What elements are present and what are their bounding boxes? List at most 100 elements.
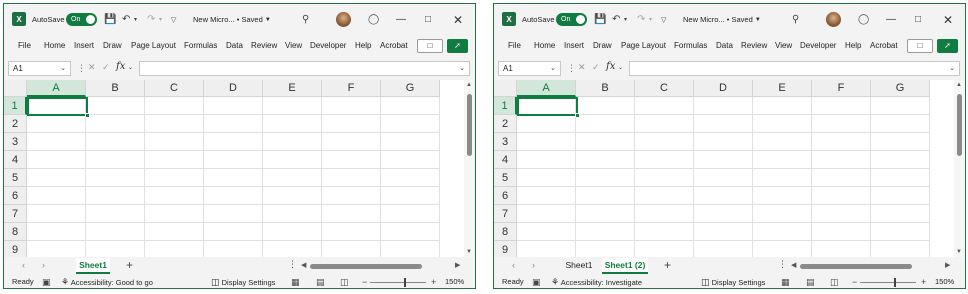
zoom-slider-thumb[interactable]: [894, 278, 896, 287]
row-header-1[interactable]: 1: [4, 97, 27, 115]
page-break-preview-icon[interactable]: ◫: [830, 274, 839, 288]
autosave-toggle[interactable]: On: [556, 13, 587, 26]
add-sheet-icon[interactable]: +: [126, 258, 133, 272]
vertical-scrollbar[interactable]: ▲ ▼: [954, 80, 965, 257]
column-header-c[interactable]: C: [145, 80, 204, 97]
menu-file[interactable]: File: [18, 35, 31, 57]
enter-icon[interactable]: ✓: [592, 62, 600, 73]
insert-function-button[interactable]: fx: [606, 61, 615, 72]
column-header-g[interactable]: G: [381, 80, 440, 97]
redo-dropdown-icon[interactable]: ▾: [159, 4, 162, 35]
enter-icon[interactable]: ✓: [102, 62, 110, 73]
row-header-2[interactable]: 2: [4, 115, 27, 133]
undo-icon[interactable]: ↶: [122, 4, 130, 35]
column-header-b[interactable]: B: [86, 80, 145, 97]
accessibility-status[interactable]: ⚘ Accessibility: Investigate: [551, 274, 642, 288]
next-sheet-icon[interactable]: ›: [532, 260, 535, 270]
column-header-a[interactable]: A: [517, 80, 576, 97]
close-icon[interactable]: ✕: [453, 4, 463, 35]
share-button[interactable]: ➚: [447, 39, 468, 53]
menu-view[interactable]: View: [285, 35, 302, 57]
name-box[interactable]: A1 ⌄: [498, 61, 561, 76]
search-icon[interactable]: ⚲: [302, 4, 309, 35]
formula-input[interactable]: ⌄: [139, 61, 470, 76]
fx-dropdown-icon[interactable]: ⌄: [128, 64, 133, 71]
fx-dropdown-icon[interactable]: ⌄: [618, 64, 623, 71]
menu-insert[interactable]: Insert: [74, 35, 94, 57]
redo-dropdown-icon[interactable]: ▾: [649, 4, 652, 35]
menu-help[interactable]: Help: [355, 35, 371, 57]
avatar[interactable]: [826, 12, 841, 27]
menu-insert[interactable]: Insert: [564, 35, 584, 57]
page-layout-view-icon[interactable]: ▤: [316, 274, 325, 288]
scroll-right-icon[interactable]: ▶: [455, 261, 460, 269]
insert-function-button[interactable]: fx: [116, 61, 125, 72]
lightbulb-icon[interactable]: ◯: [858, 4, 869, 35]
expand-formula-bar-icon[interactable]: ⌄: [949, 62, 955, 75]
comment-button[interactable]: □: [417, 39, 443, 53]
comment-button[interactable]: □: [907, 39, 933, 53]
search-icon[interactable]: ⚲: [792, 4, 799, 35]
previous-sheet-icon[interactable]: ‹: [22, 260, 25, 270]
page-break-preview-icon[interactable]: ◫: [340, 274, 349, 288]
maximize-icon[interactable]: □: [425, 4, 431, 35]
worksheet-grid[interactable]: A B C D E F G 1 2 3 4 5 6 7 8 9 ▲ ▼: [494, 80, 965, 257]
horizontal-scrollbar-thumb[interactable]: [800, 264, 912, 269]
column-header-b[interactable]: B: [576, 80, 635, 97]
fill-handle[interactable]: [85, 113, 90, 118]
menu-draw[interactable]: Draw: [103, 35, 122, 57]
vertical-scrollbar-thumb[interactable]: [467, 94, 472, 156]
redo-icon[interactable]: ↷: [637, 4, 645, 35]
more-options-icon[interactable]: ⋮: [778, 259, 787, 270]
menu-review[interactable]: Review: [741, 35, 767, 57]
customize-toolbar-icon[interactable]: ▽: [661, 4, 666, 35]
undo-icon[interactable]: ↶: [612, 4, 620, 35]
close-icon[interactable]: ✕: [943, 4, 953, 35]
formula-bar-options-icon[interactable]: ⋮: [77, 63, 86, 74]
menu-page-layout[interactable]: Page Layout: [131, 35, 176, 57]
row-header-4[interactable]: 4: [494, 151, 517, 169]
column-header-g[interactable]: G: [871, 80, 930, 97]
cancel-icon[interactable]: ✕: [578, 62, 586, 73]
worksheet-grid[interactable]: A B C D E F G 1 2 3 4 5 6 7 8 9 ▲ ▼: [4, 80, 475, 257]
customize-toolbar-icon[interactable]: ▽: [171, 4, 176, 35]
menu-developer[interactable]: Developer: [310, 35, 346, 57]
menu-view[interactable]: View: [775, 35, 792, 57]
macro-recording-icon[interactable]: ▣: [532, 274, 541, 288]
row-header-2[interactable]: 2: [494, 115, 517, 133]
save-icon[interactable]: 💾: [104, 4, 116, 35]
row-header-5[interactable]: 5: [4, 169, 27, 187]
zoom-out-icon[interactable]: −: [362, 274, 367, 288]
row-header-9[interactable]: 9: [494, 241, 517, 257]
scroll-left-icon[interactable]: ◀: [301, 261, 306, 269]
formula-bar-options-icon[interactable]: ⋮: [567, 63, 576, 74]
zoom-out-icon[interactable]: −: [852, 274, 857, 288]
row-header-6[interactable]: 6: [494, 187, 517, 205]
page-layout-view-icon[interactable]: ▤: [806, 274, 815, 288]
zoom-level[interactable]: 150%: [445, 274, 464, 288]
select-all-corner[interactable]: [494, 80, 517, 97]
normal-view-icon[interactable]: ▦: [781, 274, 790, 288]
maximize-icon[interactable]: □: [915, 4, 921, 35]
minimize-icon[interactable]: —: [886, 4, 896, 35]
avatar[interactable]: [336, 12, 351, 27]
zoom-slider[interactable]: [370, 282, 426, 283]
row-header-3[interactable]: 3: [4, 133, 27, 151]
menu-home[interactable]: Home: [44, 35, 65, 57]
row-header-3[interactable]: 3: [494, 133, 517, 151]
menu-draw[interactable]: Draw: [593, 35, 612, 57]
document-title[interactable]: New Micro... • Saved ▼: [193, 4, 271, 35]
scroll-down-icon[interactable]: ▼: [466, 249, 472, 255]
zoom-in-icon[interactable]: +: [431, 274, 436, 288]
chevron-down-icon[interactable]: ⌄: [60, 62, 66, 75]
autosave-toggle[interactable]: On: [66, 13, 97, 26]
menu-data[interactable]: Data: [226, 35, 243, 57]
column-header-c[interactable]: C: [635, 80, 694, 97]
zoom-slider[interactable]: [860, 282, 916, 283]
zoom-slider-thumb[interactable]: [404, 278, 406, 287]
column-header-f[interactable]: F: [322, 80, 381, 97]
menu-help[interactable]: Help: [845, 35, 861, 57]
scroll-left-icon[interactable]: ◀: [791, 261, 796, 269]
minimize-icon[interactable]: —: [396, 4, 406, 35]
sheet-tab[interactable]: Sheet1 (2): [602, 258, 648, 274]
